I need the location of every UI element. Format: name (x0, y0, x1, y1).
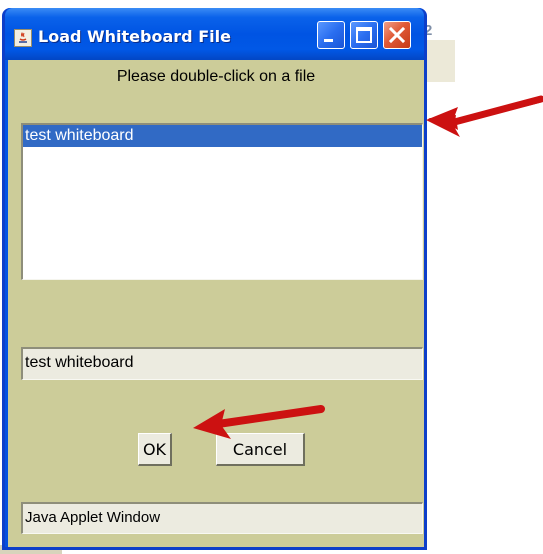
close-icon (388, 26, 406, 44)
ok-button[interactable]: OK (138, 433, 172, 466)
arrow-pointing-to-selected-file (426, 95, 543, 137)
close-button[interactable] (383, 21, 411, 49)
applet-status-bar: Java Applet Window (21, 502, 423, 534)
cancel-button[interactable]: Cancel (216, 433, 305, 466)
background-window (425, 40, 455, 82)
file-list-item-selected[interactable]: test whiteboard (23, 125, 422, 147)
java-applet-icon[interactable] (14, 29, 32, 47)
load-whiteboard-dialog: Load Whiteboard File Please double-click… (2, 8, 427, 550)
maximize-icon (356, 27, 372, 43)
window-title: Load Whiteboard File (38, 27, 231, 46)
minimize-icon (324, 39, 333, 42)
maximize-button[interactable] (350, 21, 378, 49)
filename-field[interactable]: test whiteboard (21, 347, 423, 380)
instruction-label: Please double-click on a file (116, 68, 316, 85)
minimize-button[interactable] (317, 21, 345, 49)
dialog-client-area: Please double-click on a file test white… (8, 60, 424, 547)
file-list[interactable]: test whiteboard (21, 123, 423, 280)
title-bar[interactable]: Load Whiteboard File (5, 8, 424, 60)
